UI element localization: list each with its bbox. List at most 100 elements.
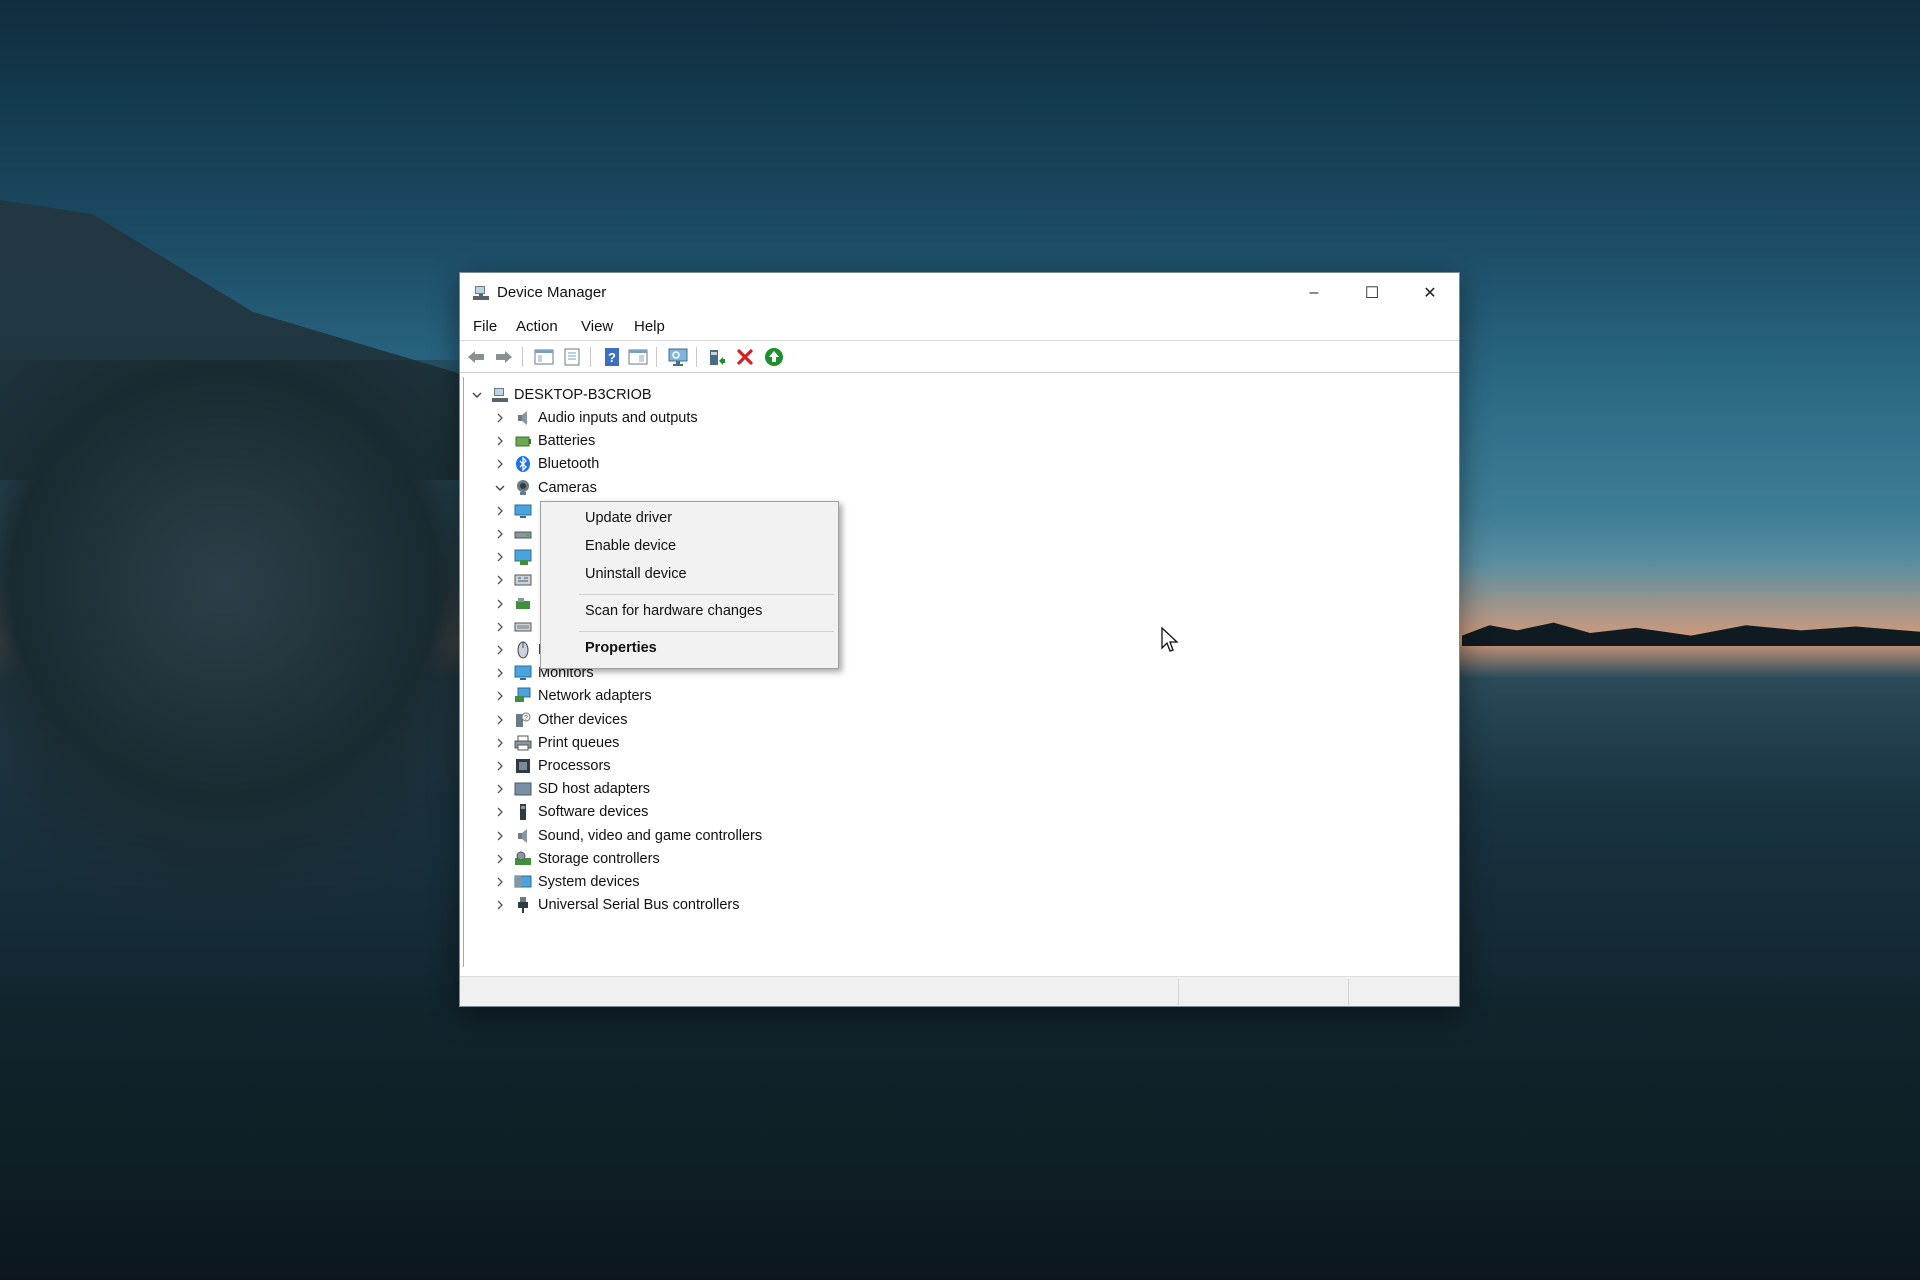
chevron-right-icon[interactable] <box>493 573 507 587</box>
tree-item-label: System devices <box>538 874 640 890</box>
chevron-right-icon[interactable] <box>493 620 507 634</box>
action-pane-icon <box>628 349 648 365</box>
toolbar-separator <box>590 347 591 367</box>
context-menu-separator <box>579 631 834 632</box>
title-bar[interactable]: Device Manager – ☐ ✕ <box>460 273 1459 313</box>
status-divider <box>1348 979 1349 1005</box>
status-bar <box>460 976 1459 1006</box>
update-driver-icon <box>710 350 725 365</box>
chevron-right-icon[interactable] <box>493 597 507 611</box>
tree-item-label: Cameras <box>538 480 597 496</box>
back-arrow-icon <box>468 351 484 363</box>
chevron-right-icon[interactable] <box>493 504 507 518</box>
chevron-right-icon[interactable] <box>493 875 507 889</box>
context-menu: Update driver Enable device Uninstall de… <box>540 501 839 669</box>
chevron-right-icon[interactable] <box>493 434 507 448</box>
chevron-right-icon[interactable] <box>493 736 507 750</box>
desktop-wallpaper-sand <box>0 980 1920 1280</box>
show-hide-console-tree-icon <box>534 349 554 365</box>
show-hide-console-tree-button[interactable] <box>533 346 555 368</box>
device-manager-icon <box>473 286 489 300</box>
menu-help[interactable]: Help <box>634 318 665 335</box>
menu-file[interactable]: File <box>473 318 497 335</box>
chevron-right-icon[interactable] <box>493 713 507 727</box>
context-menu-separator <box>579 594 834 595</box>
menu-action[interactable]: Action <box>516 318 558 335</box>
back-button[interactable] <box>465 346 487 368</box>
maximize-icon: ☐ <box>1364 285 1380 302</box>
usb-icon <box>514 896 532 914</box>
chevron-right-icon[interactable] <box>493 689 507 703</box>
chevron-right-icon[interactable] <box>493 759 507 773</box>
tree-item-label: SD host adapters <box>538 781 651 797</box>
scan-hardware-monitor-icon <box>668 348 688 366</box>
chevron-down-icon[interactable] <box>493 481 507 495</box>
help-button[interactable]: ? <box>601 346 623 368</box>
context-menu-enable-device[interactable]: Enable device <box>585 538 676 554</box>
disk-drive-icon <box>514 525 532 543</box>
context-menu-uninstall-device[interactable]: Uninstall device <box>585 566 687 582</box>
device-tree: DESKTOP-B3CRIOB Audio inputs and outputs… <box>463 377 1455 967</box>
keyboard-icon <box>514 618 532 636</box>
minimize-button[interactable]: – <box>1285 273 1343 313</box>
status-divider <box>1178 979 1179 1005</box>
forward-button[interactable] <box>493 346 515 368</box>
close-icon: ✕ <box>1423 285 1437 302</box>
toolbar-separator <box>522 347 523 367</box>
chevron-right-icon[interactable] <box>493 643 507 657</box>
chevron-right-icon[interactable] <box>493 457 507 471</box>
close-button[interactable]: ✕ <box>1401 273 1459 313</box>
chevron-right-icon[interactable] <box>493 805 507 819</box>
toolbar-separator <box>656 347 657 367</box>
action-pane-button[interactable] <box>627 346 649 368</box>
tree-root-label: DESKTOP-B3CRIOB <box>514 387 652 403</box>
speaker-icon <box>514 827 532 845</box>
chevron-right-icon[interactable] <box>493 527 507 541</box>
mouse-cursor-icon <box>1161 626 1179 652</box>
minimize-icon: – <box>1309 284 1319 301</box>
monitor-icon <box>514 664 532 682</box>
toolbar-separator <box>696 347 697 367</box>
tree-item-label: Processors <box>538 758 611 774</box>
tree-item-label: Other devices <box>538 712 628 728</box>
scan-hardware-button[interactable] <box>667 346 689 368</box>
uninstall-button[interactable] <box>734 346 756 368</box>
chevron-right-icon[interactable] <box>493 411 507 425</box>
desktop-wallpaper-islands <box>1462 622 1920 646</box>
properties-icon <box>564 348 580 366</box>
processor-icon <box>514 757 532 775</box>
context-menu-scan-hardware[interactable]: Scan for hardware changes <box>585 603 762 619</box>
context-menu-properties[interactable]: Properties <box>585 640 657 656</box>
maximize-button[interactable]: ☐ <box>1343 273 1401 313</box>
speaker-icon <box>514 409 532 427</box>
window-title: Device Manager <box>497 284 607 301</box>
chevron-right-icon[interactable] <box>493 852 507 866</box>
enable-device-button[interactable] <box>763 346 785 368</box>
chevron-right-icon[interactable] <box>493 829 507 843</box>
computer-root-icon <box>491 386 509 404</box>
storage-controller-icon <box>514 850 532 868</box>
tree-item-label: Print queues <box>538 735 620 751</box>
chevron-right-icon[interactable] <box>493 550 507 564</box>
tree-item-label: Storage controllers <box>538 851 660 867</box>
help-icon: ? <box>605 348 619 366</box>
network-adapter-icon <box>514 687 532 705</box>
display-adapter-icon <box>514 548 532 566</box>
menu-view[interactable]: View <box>581 318 613 335</box>
tree-item-label: Universal Serial Bus controllers <box>538 897 740 913</box>
camera-icon <box>514 479 532 497</box>
chevron-right-icon[interactable] <box>493 782 507 796</box>
uninstall-x-icon <box>737 349 753 365</box>
chevron-down-icon[interactable] <box>470 388 484 402</box>
chevron-right-icon[interactable] <box>493 666 507 680</box>
svg-text:?: ? <box>608 350 616 365</box>
toolbar: ? <box>460 341 1459 373</box>
computer-icon <box>514 502 532 520</box>
context-menu-update-driver[interactable]: Update driver <box>585 510 672 526</box>
sd-card-icon <box>514 780 532 798</box>
chevron-right-icon[interactable] <box>493 898 507 912</box>
tree-item-label: Sound, video and game controllers <box>538 828 763 844</box>
update-driver-button[interactable] <box>705 346 727 368</box>
properties-button[interactable] <box>561 346 583 368</box>
mouse-icon <box>514 641 532 659</box>
